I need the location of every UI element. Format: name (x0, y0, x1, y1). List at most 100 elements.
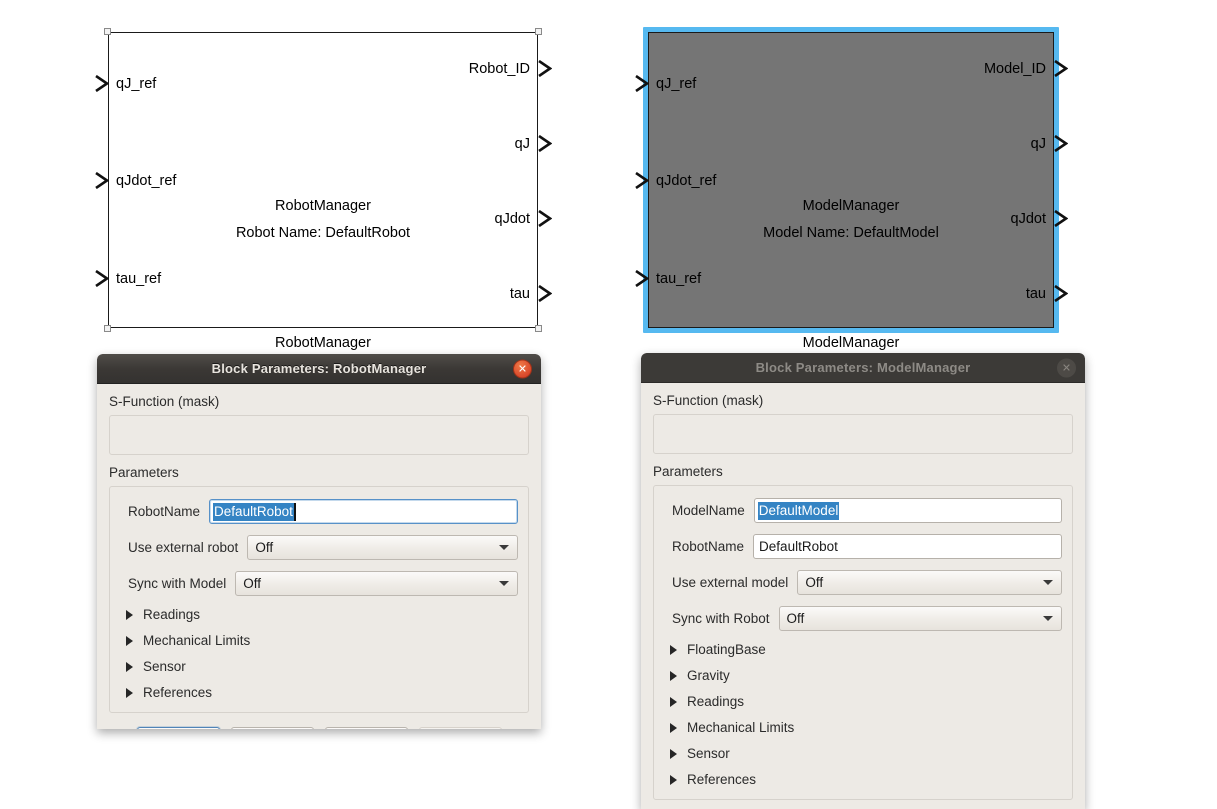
resize-handle-bottom-left[interactable] (104, 325, 111, 332)
input-port-label-1: qJdot_ref (656, 173, 717, 189)
robotname-input[interactable]: DefaultRobot (209, 499, 518, 524)
block-caption: ModelManager (802, 335, 900, 351)
ok-button[interactable]: OK (136, 727, 220, 729)
output-port-arrow-1 (1054, 135, 1068, 152)
sync-with-robot-value: Off (786, 611, 805, 626)
group-sensor[interactable]: Sensor (122, 659, 518, 674)
output-port-label-3: tau (509, 286, 530, 302)
param-label-modelname: ModelName (672, 503, 745, 518)
chevron-right-icon (126, 661, 133, 672)
output-port-label-1: qJ (514, 136, 530, 152)
modelname-input[interactable]: DefaultModel (753, 498, 1062, 523)
group-readings[interactable]: Readings (122, 607, 518, 622)
close-icon[interactable]: ✕ (1057, 358, 1076, 377)
output-port-arrow-2 (538, 210, 552, 227)
dialog-button-row: OK Cancel Help Apply (653, 800, 1073, 809)
input-port-label-1: qJdot_ref (116, 173, 177, 189)
dialog-button-row: OK Cancel Help Apply (109, 713, 529, 729)
simulink-block-robotmanager[interactable]: RobotManager Robot Name: DefaultRobot qJ… (95, 28, 552, 351)
use-external-robot-value: Off (255, 540, 274, 555)
chevron-down-icon (1043, 616, 1053, 621)
group-references[interactable]: References (666, 772, 1062, 787)
input-port-arrow-0 (95, 75, 109, 92)
output-port-arrow-1 (538, 135, 552, 152)
chevron-right-icon (670, 748, 677, 759)
sfunction-label: S-Function (mask) (109, 394, 220, 409)
sync-with-robot-dropdown[interactable]: Off (778, 606, 1062, 631)
chevron-right-icon (670, 696, 677, 707)
output-port-arrow-3 (1054, 285, 1068, 302)
parameters-label: Parameters (109, 465, 179, 480)
group-label: Mechanical Limits (143, 633, 251, 648)
input-port-arrow-2 (95, 270, 109, 287)
dialog-robotmanager[interactable]: Block Parameters: RobotManager ✕ S-Funct… (97, 354, 541, 729)
chevron-right-icon (126, 687, 133, 698)
input-port-arrow-1 (95, 172, 109, 189)
output-port-label-0: Model_ID (983, 61, 1046, 77)
resize-handle-top-right[interactable] (535, 28, 542, 35)
output-port-arrow-0 (1054, 60, 1068, 77)
param-row-use-external-robot: Use external robot Off (120, 535, 518, 560)
dialog-titlebar[interactable]: Block Parameters: ModelManager ✕ (641, 353, 1085, 383)
dialog-body: S-Function (mask) Parameters ModelName D… (641, 383, 1085, 809)
block-title: ModelManager (802, 198, 900, 214)
block-title: RobotManager (275, 198, 371, 214)
chevron-down-icon (499, 581, 509, 586)
chevron-right-icon (670, 774, 677, 785)
simulink-block-modelmanager[interactable]: ModelManager Model Name: DefaultModel qJ… (635, 27, 1068, 351)
chevron-right-icon (126, 609, 133, 620)
cancel-button[interactable]: Cancel (230, 727, 314, 729)
robotname-input[interactable]: DefaultRobot (753, 534, 1062, 559)
group-label: Mechanical Limits (687, 720, 795, 735)
group-label: Readings (143, 607, 201, 622)
group-sensor[interactable]: Sensor (666, 746, 1062, 761)
group-label: References (687, 772, 757, 787)
chevron-right-icon (126, 635, 133, 646)
param-label-robotname: RobotName (128, 504, 201, 519)
input-port-arrow-0 (635, 75, 649, 92)
block-subtitle: Robot Name: DefaultRobot (235, 225, 411, 241)
resize-handle-top-left[interactable] (104, 28, 111, 35)
simulink-canvas: RobotManager Robot Name: DefaultRobot qJ… (0, 0, 1217, 809)
input-port-label-0: qJ_ref (656, 76, 697, 92)
param-row-sync-with-model: Sync with Model Off (120, 571, 518, 596)
group-references[interactable]: References (122, 685, 518, 700)
dialog-modelmanager[interactable]: Block Parameters: ModelManager ✕ S-Funct… (641, 353, 1085, 809)
output-port-label-1: qJ (1030, 136, 1046, 152)
param-row-robotname: RobotName DefaultRobot (664, 534, 1062, 559)
output-port-arrow-2 (1054, 210, 1068, 227)
output-port-label-2: qJdot (1010, 211, 1046, 227)
sync-with-model-dropdown[interactable]: Off (235, 571, 518, 596)
param-label-sync-with-model: Sync with Model (128, 576, 227, 591)
parameters-panel: ModelName DefaultModel RobotName Default… (653, 485, 1073, 800)
group-floatingbase[interactable]: FloatingBase (666, 642, 1062, 657)
input-port-arrow-2 (635, 270, 649, 287)
group-label: Sensor (687, 746, 730, 761)
group-label: Readings (687, 694, 745, 709)
group-readings[interactable]: Readings (666, 694, 1062, 709)
group-gravity[interactable]: Gravity (666, 668, 1062, 683)
input-port-label-2: tau_ref (116, 271, 162, 287)
block-subtitle: Model Name: DefaultModel (763, 225, 939, 241)
output-port-arrow-3 (538, 285, 552, 302)
close-icon[interactable]: ✕ (513, 359, 532, 378)
use-external-robot-dropdown[interactable]: Off (247, 535, 518, 560)
param-label-use-external-robot: Use external robot (128, 540, 239, 555)
output-port-label-3: tau (1025, 286, 1046, 302)
parameters-label: Parameters (653, 464, 723, 479)
input-port-label-2: tau_ref (656, 271, 702, 287)
chevron-right-icon (670, 644, 677, 655)
output-port-arrow-0 (538, 60, 552, 77)
param-label-robotname: RobotName (672, 539, 745, 554)
resize-handle-bottom-right[interactable] (535, 325, 542, 332)
sync-with-model-value: Off (243, 576, 262, 591)
dialog-titlebar[interactable]: Block Parameters: RobotManager ✕ (97, 354, 541, 384)
group-mechanical-limits[interactable]: Mechanical Limits (122, 633, 518, 648)
group-mechanical-limits[interactable]: Mechanical Limits (666, 720, 1062, 735)
parameters-panel: RobotName DefaultRobot Use external robo… (109, 486, 529, 713)
description-box (653, 414, 1073, 454)
use-external-model-dropdown[interactable]: Off (797, 570, 1062, 595)
block-caption: RobotManager (275, 335, 371, 351)
help-button[interactable]: Help (324, 727, 408, 729)
param-row-sync-with-robot: Sync with Robot Off (664, 606, 1062, 631)
